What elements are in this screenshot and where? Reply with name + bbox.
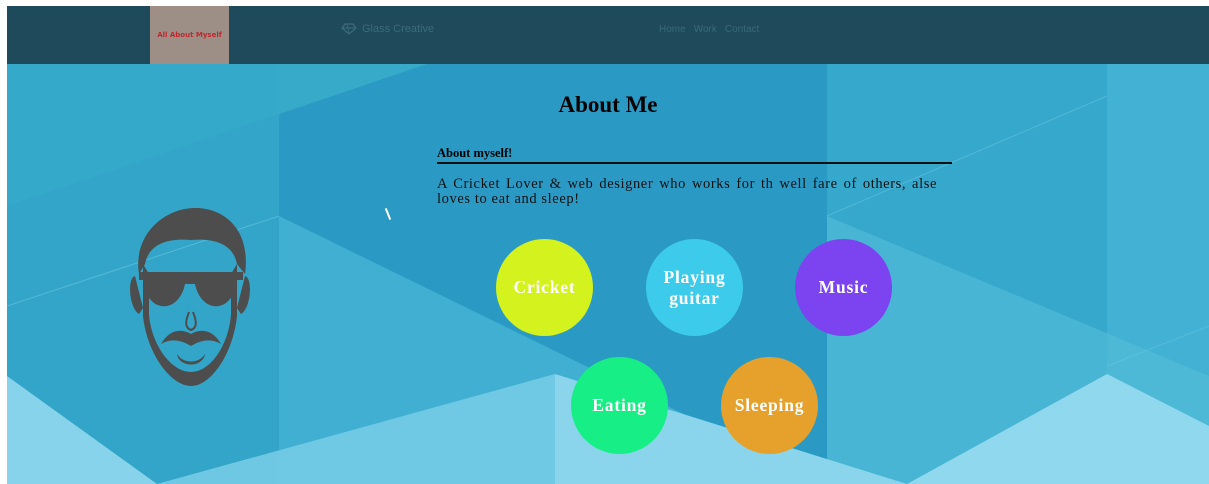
diamond-icon — [341, 23, 357, 35]
hobby-cricket: Cricket — [496, 239, 593, 336]
site-logo[interactable]: All About Myself — [150, 6, 229, 64]
nav-menu: Home Work Contact — [659, 24, 759, 35]
about-paragraph: A Cricket Lover & web designer who works… — [437, 176, 937, 207]
bearded-man-sunglasses-icon — [130, 208, 250, 386]
page: All About Myself Glass Creative Home Wor… — [7, 6, 1209, 484]
page-title: About Me — [558, 92, 658, 117]
logo-text: All About Myself — [157, 31, 222, 39]
nav-link-work[interactable]: Work — [694, 24, 717, 35]
nav-link-home[interactable]: Home — [659, 24, 686, 35]
brand-name: Glass Creative — [362, 23, 435, 35]
nav-link-contact[interactable]: Contact — [725, 24, 759, 35]
top-navbar: All About Myself Glass Creative Home Wor… — [7, 6, 1209, 64]
hobby-playing-guitar: Playing guitar — [646, 239, 743, 336]
hobby-music: Music — [795, 239, 892, 336]
hobby-eating: Eating — [571, 357, 668, 454]
brand[interactable]: Glass Creative — [341, 23, 434, 35]
about-subheading: About myself! — [437, 146, 952, 164]
hobby-sleeping: Sleeping — [721, 357, 818, 454]
